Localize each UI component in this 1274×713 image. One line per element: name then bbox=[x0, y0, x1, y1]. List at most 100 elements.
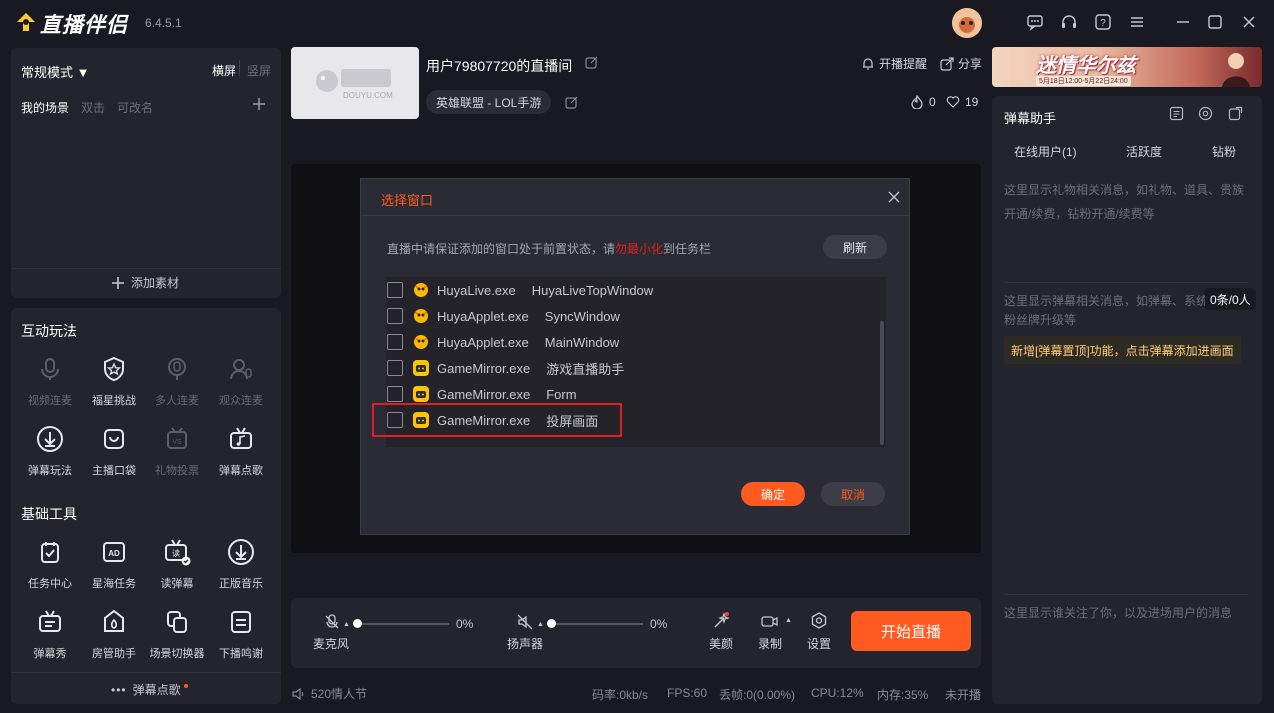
room-manager-button[interactable]: 房管助手 bbox=[82, 605, 146, 661]
window-title: 游戏直播助手 bbox=[546, 361, 625, 377]
multi-link-button[interactable]: 多人连麦 bbox=[145, 352, 209, 408]
tile-label: 弹幕点歌 bbox=[219, 465, 263, 477]
room-cover-thumbnail[interactable]: DOUYU.COM bbox=[291, 47, 419, 119]
live-reminder-button[interactable]: 开播提醒 bbox=[861, 55, 927, 72]
video-link-button[interactable]: 视频连麦 bbox=[18, 352, 82, 408]
message-icon[interactable] bbox=[1026, 13, 1044, 31]
notice-banner[interactable]: 新增[弹幕置顶]功能，点击弹幕添加进画面 bbox=[1004, 336, 1241, 364]
checkbox[interactable] bbox=[387, 334, 403, 350]
checkbox[interactable] bbox=[387, 386, 403, 402]
list-item[interactable]: HuyaLive.exe HuyaLiveTopWindow bbox=[387, 277, 653, 303]
title-bar: 直播伴侣 6.4.5.1 ? bbox=[0, 0, 1274, 44]
star-task-button[interactable]: AD 星海任务 bbox=[82, 535, 146, 591]
settings-button[interactable]: 设置 bbox=[807, 612, 831, 652]
minimize-icon[interactable] bbox=[1174, 13, 1192, 31]
maximize-icon[interactable] bbox=[1206, 13, 1224, 31]
close-icon[interactable] bbox=[1240, 13, 1258, 31]
avatar[interactable] bbox=[952, 8, 982, 38]
settings-icon[interactable] bbox=[1198, 106, 1213, 121]
list-item[interactable]: HuyaApplet.exe MainWindow bbox=[387, 329, 619, 355]
mic-volume-value: 0% bbox=[456, 617, 474, 631]
refresh-button[interactable]: 刷新 bbox=[823, 235, 887, 259]
task-center-button[interactable]: 任务中心 bbox=[18, 535, 82, 591]
caret-up-icon[interactable]: ▲ bbox=[785, 617, 792, 624]
orientation-landscape[interactable]: 横屏 bbox=[212, 62, 236, 79]
tile-label: 主播口袋 bbox=[92, 465, 136, 477]
gift-message-placeholder: 这里显示礼物相关消息，如礼物、道具、贵族开通/续费，钻粉开通/续费等 bbox=[1004, 183, 1245, 221]
speaker-volume-slider[interactable] bbox=[551, 623, 643, 625]
start-live-button[interactable]: 开始直播 bbox=[851, 611, 971, 651]
popout-icon[interactable] bbox=[1228, 106, 1243, 121]
heart-icon bbox=[946, 96, 960, 108]
event-banner[interactable]: 迷情华尔兹 5月18日12:00-5月22日24:00 bbox=[992, 47, 1262, 87]
tile-label: 观众连麦 bbox=[219, 395, 263, 407]
headset-icon[interactable] bbox=[1060, 13, 1078, 31]
checkbox[interactable] bbox=[387, 360, 403, 376]
list-scrollbar[interactable] bbox=[880, 321, 884, 445]
gear-icon bbox=[811, 612, 827, 629]
exe-name: GameMirror.exe bbox=[437, 386, 531, 402]
add-material-label: 添加素材 bbox=[131, 276, 180, 290]
tile-label: 房管助手 bbox=[92, 648, 136, 660]
danmu-song-footer-button[interactable]: ••• 弹幕点歌 bbox=[111, 681, 188, 698]
dialog-close-icon[interactable] bbox=[888, 191, 900, 203]
beauty-button[interactable]: 美颜 bbox=[709, 612, 733, 652]
plus-icon bbox=[112, 276, 124, 289]
exe-name: GameMirror.exe bbox=[437, 360, 531, 376]
checkbox[interactable] bbox=[387, 282, 403, 298]
add-scene-icon[interactable] bbox=[251, 96, 267, 112]
tile-label: 读弹幕 bbox=[160, 578, 194, 590]
cancel-button[interactable]: 取消 bbox=[821, 482, 885, 506]
help-icon[interactable]: ? bbox=[1094, 13, 1112, 31]
tab-diamond-fans[interactable]: 钻粉 bbox=[1212, 143, 1236, 160]
danmu-play-button[interactable]: 弹幕玩法 bbox=[18, 422, 82, 478]
share-button[interactable]: 分享 bbox=[940, 55, 982, 72]
licensed-music-button[interactable]: 正版音乐 bbox=[209, 535, 273, 591]
video-camera-icon bbox=[761, 616, 778, 627]
read-danmu-button[interactable]: 读 读弹幕 bbox=[145, 535, 209, 591]
anchor-pocket-button[interactable]: 主播口袋 bbox=[82, 422, 146, 478]
huya-app-icon bbox=[413, 334, 429, 350]
gift-vote-button[interactable]: VS 礼物投票 bbox=[145, 422, 209, 478]
category-tag[interactable]: 英雄联盟 - LOL手游 bbox=[426, 90, 552, 114]
mic-slider-handle[interactable] bbox=[353, 619, 362, 628]
edit-category-icon[interactable] bbox=[565, 96, 578, 109]
danmu-song-button[interactable]: 弹幕点歌 bbox=[209, 422, 273, 478]
app-logo-text: 直播伴侣 bbox=[40, 14, 128, 37]
vote-icon: VS bbox=[160, 422, 194, 456]
exe-name: HuyaApplet.exe bbox=[437, 334, 529, 350]
speaker-slider-handle[interactable] bbox=[547, 619, 556, 628]
add-material-button[interactable]: 添加素材 bbox=[111, 274, 179, 291]
mode-select[interactable]: 常规模式 ▼ bbox=[21, 62, 89, 81]
menu-icon[interactable] bbox=[1128, 13, 1146, 31]
scene-title[interactable]: 我的场景 bbox=[21, 99, 69, 116]
mic-muted-icon[interactable] bbox=[324, 614, 340, 630]
record-button[interactable]: 录制 bbox=[758, 612, 782, 652]
event-notice[interactable]: 520情人节 bbox=[291, 685, 367, 702]
edit-title-icon[interactable] bbox=[585, 56, 598, 69]
audience-link-button[interactable]: 观众连麦 bbox=[209, 352, 273, 408]
mic-volume-slider[interactable] bbox=[357, 623, 449, 625]
list-icon[interactable] bbox=[1169, 106, 1184, 121]
highlight-box bbox=[372, 403, 622, 437]
checkbox[interactable] bbox=[387, 308, 403, 324]
lucky-challenge-button[interactable]: 福星挑战 bbox=[82, 352, 146, 408]
orientation-portrait[interactable]: 竖屏 bbox=[247, 62, 271, 79]
speaker-muted-icon[interactable] bbox=[517, 614, 533, 630]
list-item[interactable]: GameMirror.exe 游戏直播助手 bbox=[387, 355, 624, 381]
confirm-button[interactable]: 确定 bbox=[741, 482, 805, 506]
offline-thanks-button[interactable]: 下播鸣谢 bbox=[209, 605, 273, 661]
dialog-title: 选择窗口 bbox=[381, 193, 434, 208]
danmu-show-button[interactable]: 弹幕秀 bbox=[18, 605, 82, 661]
scene-switcher-button[interactable]: 场景切换器 bbox=[145, 605, 209, 661]
caret-up-icon[interactable]: ▲ bbox=[343, 621, 350, 628]
caret-up-icon[interactable]: ▲ bbox=[537, 621, 544, 628]
new-dot-badge bbox=[183, 683, 188, 688]
tab-activity[interactable]: 活跃度 bbox=[1126, 143, 1162, 160]
divider bbox=[1004, 594, 1248, 595]
list-item[interactable]: HuyaApplet.exe SyncWindow bbox=[387, 303, 620, 329]
like-counter: 19 bbox=[946, 95, 978, 109]
follow-message-placeholder: 这里显示谁关注了你，以及进场用户的消息 bbox=[1004, 606, 1233, 620]
speaker-announce-icon bbox=[292, 687, 304, 700]
tab-online-users[interactable]: 在线用户(1) bbox=[1014, 143, 1077, 160]
